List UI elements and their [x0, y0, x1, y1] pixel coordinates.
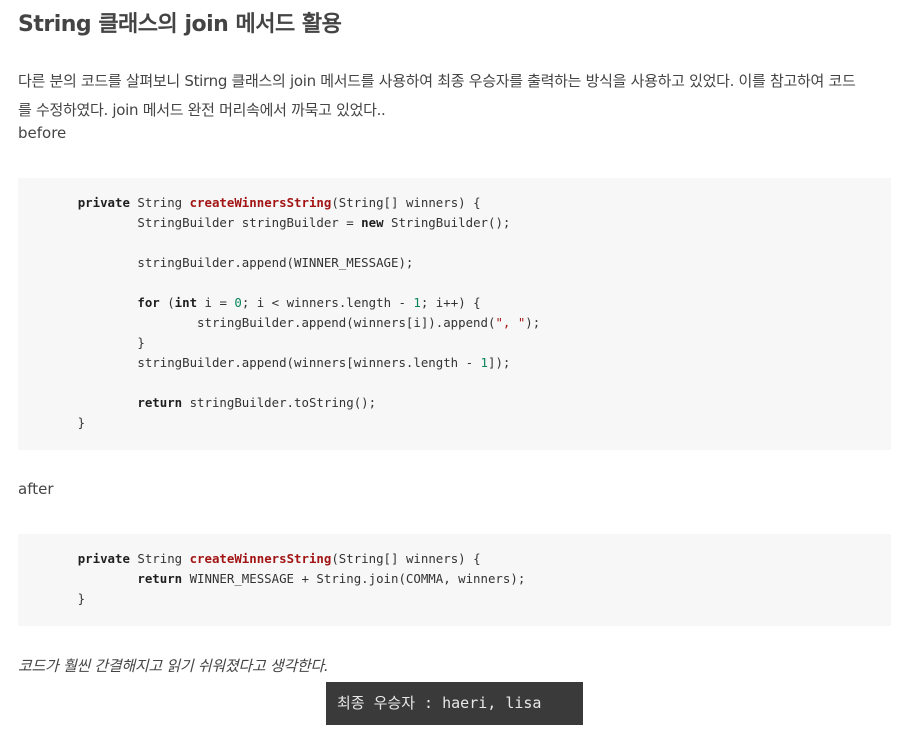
code-token: WINNER_MESSAGE + String.join(COMMA, winn… — [182, 571, 526, 586]
code-block-after: private String createWinnersString(Strin… — [18, 534, 891, 626]
code-block-before: private String createWinnersString(Strin… — [18, 178, 891, 450]
code-token: StringBuilder(); — [383, 215, 511, 230]
code-token: private — [77, 551, 130, 566]
console-output: 최종 우승자 : haeri, lisa — [326, 682, 583, 725]
intro-paragraph: 다른 분의 코드를 살펴보니 Stirng 클래스의 join 메서드를 사용하… — [18, 67, 894, 124]
code-token: createWinnersString — [189, 551, 332, 566]
code-token: } — [18, 415, 86, 430]
code-line: stringBuilder.append(winners[i]).append(… — [18, 313, 540, 333]
code-token: ", " — [495, 315, 526, 330]
code-token: stringBuilder.toString(); — [182, 395, 377, 410]
code-token: 0 — [234, 295, 242, 310]
code-line: } — [18, 413, 85, 433]
code-token: private — [77, 195, 130, 210]
code-token: for — [137, 295, 160, 310]
code-token: 1 — [480, 355, 488, 370]
before-label: before — [18, 124, 67, 142]
code-line: for (int i = 0; i < winners.length - 1; … — [18, 293, 481, 313]
code-token: createWinnersString — [189, 195, 332, 210]
code-token: 1 — [413, 295, 421, 310]
code-token: (String[] winners) { — [331, 551, 481, 566]
code-token: StringBuilder stringBuilder = — [18, 215, 362, 230]
code-token: int — [174, 295, 198, 310]
paragraph-line: 를 수정하였다. join 메서드 완전 머리속에서 까묵고 있었다.. — [18, 100, 386, 119]
code-token: return — [137, 395, 183, 410]
paragraph-line: 다른 분의 코드를 살펴보니 Stirng 클래스의 join 메서드를 사용하… — [18, 72, 856, 90]
code-token: (String[] winners) { — [331, 195, 481, 210]
code-token: stringBuilder.append(winners[i]).append( — [18, 315, 496, 330]
code-token: ( — [159, 295, 175, 310]
code-line: private String createWinnersString(Strin… — [18, 193, 481, 213]
code-token: stringBuilder.append(winners[winners.len… — [18, 355, 481, 370]
code-token: String — [129, 195, 190, 210]
code-line: return WINNER_MESSAGE + String.join(COMM… — [18, 569, 525, 589]
closing-remark: 코드가 훨씬 간결해지고 읽기 쉬워졌다고 생각한다. — [18, 657, 329, 675]
code-token: new — [361, 215, 384, 230]
code-line: return stringBuilder.toString(); — [18, 393, 376, 413]
code-token: stringBuilder.append(WINNER_MESSAGE); — [18, 255, 414, 270]
code-token: ; i++) { — [420, 295, 481, 310]
code-line: } — [18, 589, 85, 609]
code-line: StringBuilder stringBuilder = new String… — [18, 213, 510, 233]
code-line: private String createWinnersString(Strin… — [18, 549, 481, 569]
code-token: } — [18, 591, 86, 606]
code-line: stringBuilder.append(WINNER_MESSAGE); — [18, 253, 413, 273]
code-token: return — [137, 571, 183, 586]
code-line: stringBuilder.append(winners[winners.len… — [18, 353, 510, 373]
post-title: String 클래스의 join 메서드 활용 — [18, 12, 342, 37]
code-token: ); — [525, 315, 541, 330]
code-token: ]); — [487, 355, 511, 370]
code-token: i = — [197, 295, 235, 310]
code-token: String — [129, 551, 190, 566]
code-token: } — [18, 335, 145, 350]
code-line: } — [18, 333, 145, 353]
code-token: ; i < winners.length - — [241, 295, 414, 310]
after-label: after — [18, 480, 54, 498]
